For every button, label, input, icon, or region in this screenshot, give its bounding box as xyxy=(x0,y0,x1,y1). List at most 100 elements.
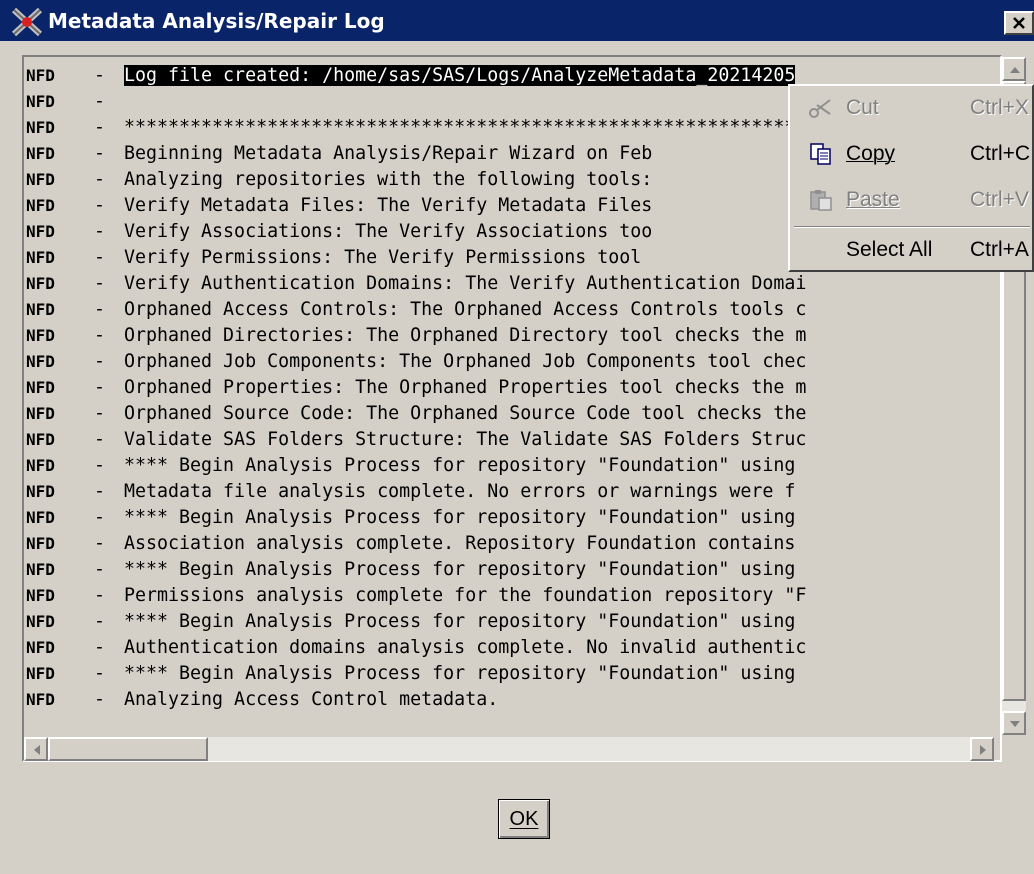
log-line: NFD - ************************************… xyxy=(26,115,806,141)
horizontal-scroll-thumb[interactable] xyxy=(48,737,208,761)
log-message: Metadata file analysis complete. No erro… xyxy=(124,481,796,502)
close-button[interactable] xyxy=(1004,11,1034,35)
log-level: NFD xyxy=(26,508,55,527)
log-level: NFD xyxy=(26,404,55,423)
log-message: **** Begin Analysis Process for reposito… xyxy=(124,559,796,580)
sas-app-icon xyxy=(10,6,44,38)
log-separator: - xyxy=(94,221,106,242)
log-separator: - xyxy=(94,559,106,580)
context-menu: Cut Ctrl+X Copy Ctrl+C Paste Ctrl+V Sele… xyxy=(788,84,1034,272)
log-level: NFD xyxy=(26,482,55,501)
log-message: **** Begin Analysis Process for reposito… xyxy=(124,455,796,476)
close-icon xyxy=(1013,17,1025,29)
log-level: NFD xyxy=(26,118,55,137)
log-message: Orphaned Job Components: The Orphaned Jo… xyxy=(124,351,807,372)
log-message: **** Begin Analysis Process for reposito… xyxy=(124,611,796,632)
log-message-selected: Log file created: /home/sas/SAS/Logs/Ana… xyxy=(124,65,796,86)
log-line: NFD - Analyzing repositories with the foll… xyxy=(26,167,652,193)
log-level: NFD xyxy=(26,352,55,371)
log-level: NFD xyxy=(26,586,55,605)
log-separator: - xyxy=(94,481,106,502)
log-separator: - xyxy=(94,611,106,632)
log-level: NFD xyxy=(26,326,55,345)
log-line: NFD - **** Begin Analysis Process for repo… xyxy=(26,609,795,635)
log-level: NFD xyxy=(26,430,55,449)
log-line: NFD - Orphaned Access Controls: The Orphan… xyxy=(26,297,806,323)
log-separator: - xyxy=(94,169,106,190)
log-level: NFD xyxy=(26,248,55,267)
log-line: NFD - Orphaned Source Code: The Orphaned S… xyxy=(26,401,806,427)
menu-item-cut[interactable]: Cut Ctrl+X xyxy=(790,88,1034,128)
log-line: NFD - Orphaned Directories: The Orphaned D… xyxy=(26,323,806,349)
log-separator: - xyxy=(94,533,106,554)
log-message: Verify Metadata Files: The Verify Metada… xyxy=(124,195,653,216)
log-separator: - xyxy=(94,637,106,658)
log-line: NFD - Permissions analysis complete for th… xyxy=(26,583,806,609)
arrow-left-icon xyxy=(34,745,40,755)
log-line: NFD - Verify Metadata Files: The Verify Me… xyxy=(26,193,652,219)
log-level: NFD xyxy=(26,92,55,111)
log-line: NFD - Log file created: /home/sas/SAS/Logs… xyxy=(26,63,796,89)
scroll-right-button[interactable] xyxy=(970,737,994,761)
log-separator: - xyxy=(94,585,106,606)
title-bar[interactable]: Metadata Analysis/Repair Log xyxy=(0,0,1034,43)
log-separator: - xyxy=(94,507,106,528)
log-level: NFD xyxy=(26,196,55,215)
menu-item-select-all[interactable]: Select All Ctrl+A xyxy=(790,230,1034,270)
log-separator: - xyxy=(94,273,106,294)
log-separator: - xyxy=(94,689,106,710)
log-separator: - xyxy=(94,429,106,450)
menu-label-copy: Copy xyxy=(846,142,896,165)
log-message: Orphaned Properties: The Orphaned Proper… xyxy=(124,377,807,398)
log-level: NFD xyxy=(26,300,55,319)
log-message: **** Begin Analysis Process for reposito… xyxy=(124,507,796,528)
log-separator: - xyxy=(94,377,106,398)
log-line: NFD - Analyzing Access Control metadata. xyxy=(26,687,498,713)
log-message: Association analysis complete. Repositor… xyxy=(124,533,796,554)
log-line: NFD - Validate SAS Folders Structure: The … xyxy=(26,427,806,453)
log-separator: - xyxy=(94,91,106,112)
menu-separator xyxy=(794,226,1030,228)
scissors-icon xyxy=(809,99,831,118)
log-message: Orphaned Directories: The Orphaned Direc… xyxy=(124,325,807,346)
menu-item-copy[interactable]: Copy Ctrl+C xyxy=(790,134,1034,174)
log-message: Authentication domains analysis complete… xyxy=(124,637,807,658)
menu-label-paste: Paste xyxy=(846,188,900,211)
paste-icon xyxy=(810,190,832,211)
log-line: NFD - xyxy=(26,89,124,115)
log-level: NFD xyxy=(26,170,55,189)
copy-icon xyxy=(810,143,831,165)
log-line: NFD - Orphaned Properties: The Orphaned Pr… xyxy=(26,375,806,401)
horizontal-scrollbar[interactable] xyxy=(24,737,994,761)
log-level: NFD xyxy=(26,378,55,397)
window-title: Metadata Analysis/Repair Log xyxy=(48,9,385,33)
arrow-up-icon xyxy=(1010,67,1020,73)
ok-button[interactable]: OK xyxy=(498,799,550,839)
log-level: NFD xyxy=(26,638,55,657)
log-line: NFD - Orphaned Job Components: The Orphane… xyxy=(26,349,806,375)
log-separator: - xyxy=(94,325,106,346)
log-line: NFD - Metadata file analysis complete. No … xyxy=(26,479,795,505)
log-level: NFD xyxy=(26,664,55,683)
log-level: NFD xyxy=(26,456,55,475)
log-message: Beginning Metadata Analysis/Repair Wizar… xyxy=(124,143,653,164)
scroll-down-button[interactable] xyxy=(1002,711,1026,735)
menu-shortcut-copy: Ctrl+C xyxy=(970,142,1031,165)
scroll-up-button[interactable] xyxy=(1002,57,1026,81)
log-separator: - xyxy=(94,117,106,138)
log-separator: - xyxy=(94,247,106,268)
scroll-left-button[interactable] xyxy=(24,737,48,761)
log-line: NFD - Verify Authentication Domains: The V… xyxy=(26,271,806,297)
log-message: Verify Authentication Domains: The Verif… xyxy=(124,273,807,294)
log-separator: - xyxy=(94,351,106,372)
log-separator: - xyxy=(94,299,106,320)
log-line: NFD - **** Begin Analysis Process for repo… xyxy=(26,453,795,479)
log-separator: - xyxy=(94,143,106,164)
log-level: NFD xyxy=(26,222,55,241)
log-message: Orphaned Source Code: The Orphaned Sourc… xyxy=(124,403,807,424)
log-line: NFD - Verify Permissions: The Verify Permi… xyxy=(26,245,641,271)
log-message: Analyzing repositories with the followin… xyxy=(124,169,653,190)
menu-shortcut-select-all: Ctrl+A xyxy=(970,238,1029,261)
log-level: NFD xyxy=(26,144,55,163)
menu-item-paste[interactable]: Paste Ctrl+V xyxy=(790,180,1034,220)
